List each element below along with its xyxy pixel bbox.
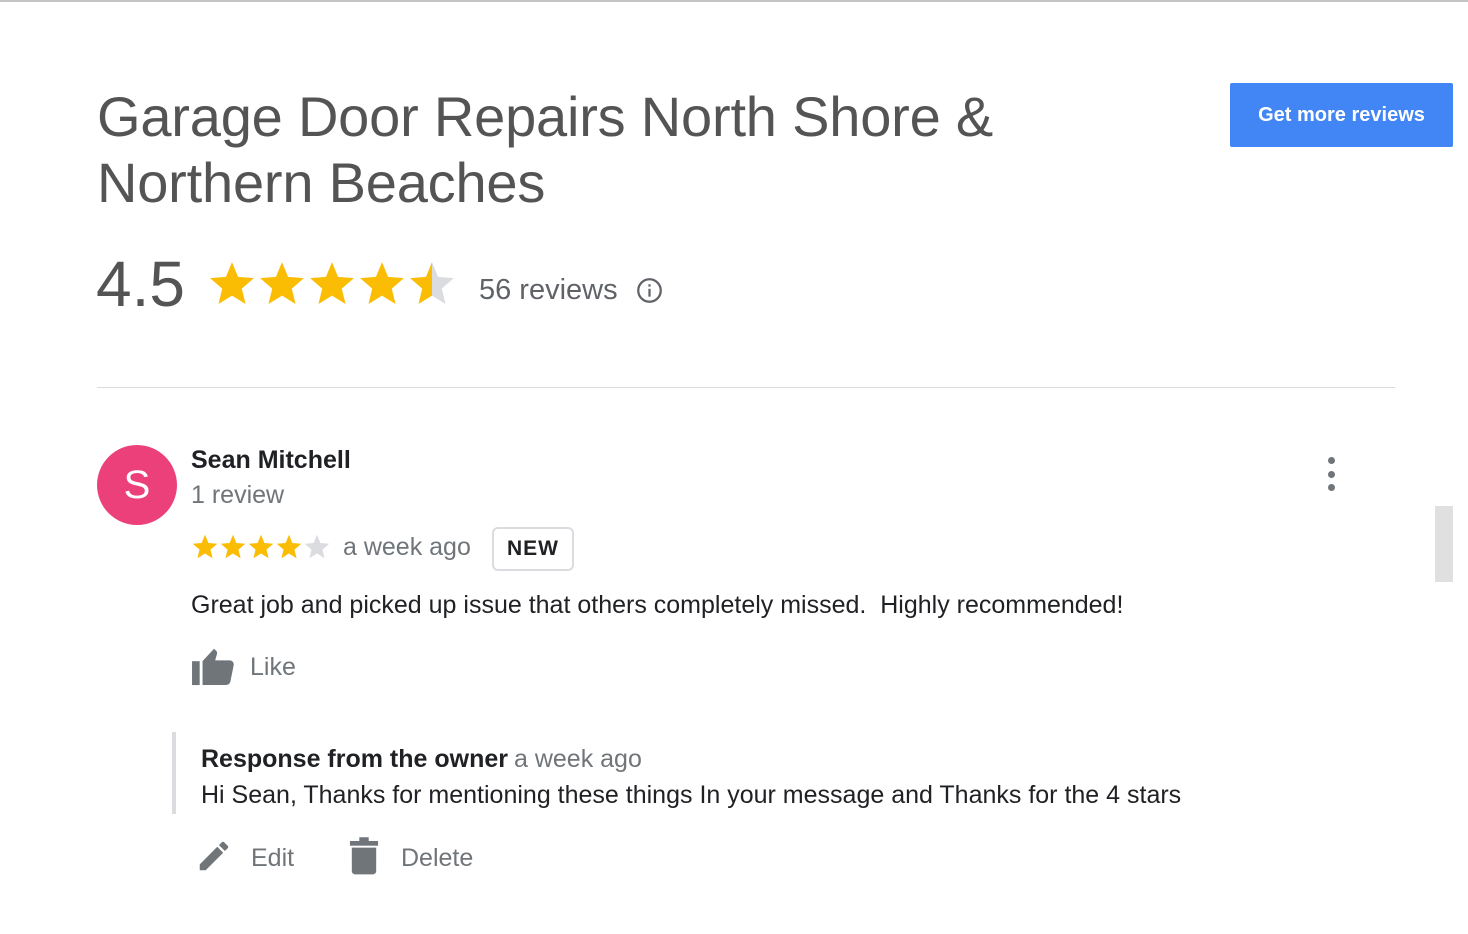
star-icon — [248, 534, 274, 559]
thumbs-up-icon — [191, 644, 237, 691]
like-label: Like — [250, 653, 296, 681]
delete-response-button[interactable]: Delete — [349, 837, 473, 880]
business-title-line-2: Northern Beaches — [97, 151, 546, 214]
delete-label: Delete — [401, 844, 474, 872]
star-icon — [220, 534, 246, 559]
star-icon — [410, 262, 454, 304]
edit-response-button[interactable]: Edit — [195, 837, 294, 880]
business-title-line-1: Garage Door Repairs North Shore & — [97, 85, 994, 148]
owner-response-title: Response from the owner — [201, 745, 508, 773]
get-more-reviews-button[interactable]: Get more reviews — [1230, 83, 1453, 147]
menu-dot — [1327, 484, 1335, 491]
reviewer-review-count[interactable]: 1 review — [191, 481, 284, 510]
top-border — [0, 0, 1468, 2]
new-badge: NEW — [492, 527, 574, 571]
overall-rating: 4.5 56 reviews — [96, 244, 663, 324]
edit-label: Edit — [251, 844, 295, 872]
overall-star-rating — [207, 259, 457, 309]
star-icon — [310, 262, 354, 304]
review-time: a week ago — [343, 533, 471, 561]
rating-value: 4.5 — [96, 248, 185, 320]
more-vertical-icon[interactable] — [1320, 455, 1342, 493]
pencil-icon — [195, 837, 233, 880]
like-button[interactable]: Like — [191, 644, 296, 691]
review-text: Great job and picked up issue that other… — [191, 591, 1124, 619]
menu-dot — [1327, 470, 1335, 478]
avatar[interactable]: S — [97, 445, 177, 525]
star-icon — [276, 534, 302, 559]
reviewer-name[interactable]: Sean Mitchell — [191, 446, 351, 475]
owner-response-text: Hi Sean, Thanks for mentioning these thi… — [201, 781, 1182, 809]
scrollbar-thumb[interactable] — [1435, 506, 1453, 582]
owner-response: Response from the owner a week ago Hi Sea… — [172, 732, 1372, 814]
star-icon — [360, 262, 404, 304]
star-icon — [260, 262, 304, 304]
review-count[interactable]: 56 reviews — [479, 274, 618, 307]
menu-dot — [1327, 457, 1335, 464]
info-icon[interactable] — [636, 277, 663, 304]
owner-response-time: a week ago — [514, 745, 642, 773]
review-star-rating — [191, 533, 331, 561]
star-icon — [192, 534, 218, 559]
trash-icon — [349, 837, 379, 880]
star-icon — [210, 262, 254, 304]
star-icon — [304, 534, 330, 559]
section-divider — [97, 387, 1395, 388]
business-title: Garage Door Repairs North Shore & Northe… — [97, 84, 1097, 216]
